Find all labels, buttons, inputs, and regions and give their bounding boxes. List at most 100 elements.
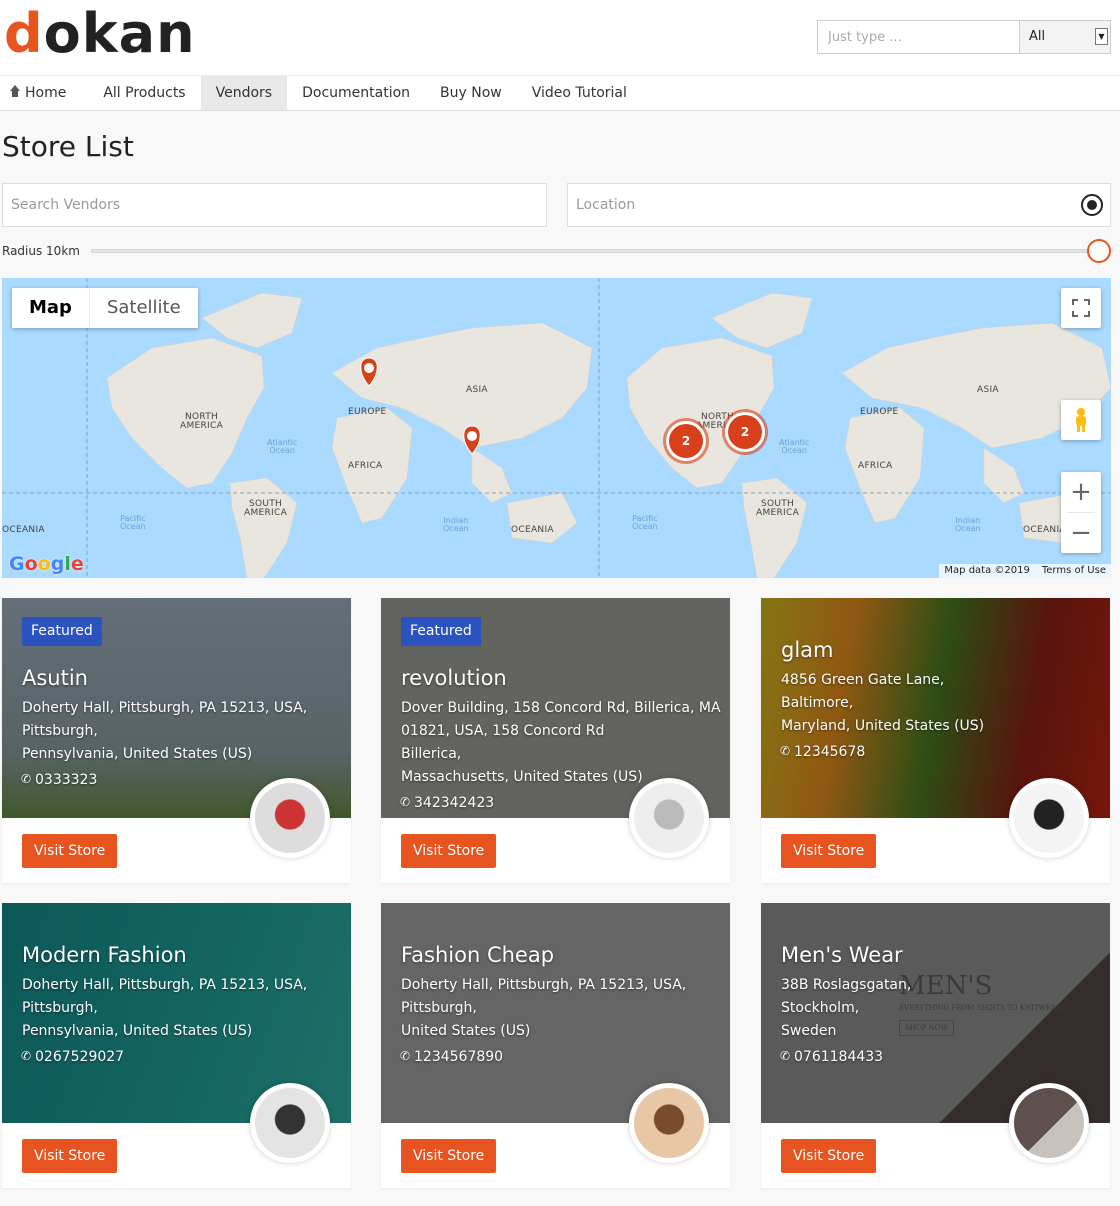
store-card: MEN'S EVERYTHING FROM SHIRTS TO KNITWEAR S… <box>761 903 1110 1188</box>
fullscreen-button[interactable] <box>1061 288 1101 328</box>
radius-slider-track[interactable] <box>91 249 1097 253</box>
location-input[interactable] <box>567 183 1111 227</box>
store-avatar[interactable] <box>1009 778 1089 858</box>
nav-vendors[interactable]: Vendors <box>200 76 288 110</box>
store-address-line: 38B Roslagsgatan, <box>781 977 912 993</box>
visit-store-button[interactable]: Visit Store <box>781 834 877 868</box>
header-search: All ▼ <box>817 20 1111 54</box>
map-type-satellite-button[interactable]: Satellite <box>90 288 198 328</box>
continent-label: OCEANIA <box>2 525 45 535</box>
store-name[interactable]: Modern Fashion <box>22 940 307 970</box>
visit-store-button[interactable]: Visit Store <box>401 1139 497 1173</box>
store-avatar[interactable] <box>250 778 330 858</box>
main-nav: Home All Products Vendors Documentation … <box>0 75 1120 111</box>
visit-store-button[interactable]: Visit Store <box>401 834 497 868</box>
store-address-line: Pittsburgh, <box>22 723 98 739</box>
phone-icon <box>780 1045 790 1068</box>
continent-label: ASIA <box>977 385 999 395</box>
zoom-out-button[interactable]: − <box>1061 513 1101 553</box>
visit-store-button[interactable]: Visit Store <box>22 834 118 868</box>
store-address-line: Doherty Hall, Pittsburgh, PA 15213, USA, <box>22 977 308 993</box>
store-avatar[interactable] <box>629 1083 709 1163</box>
store-card: Featured revolution Dover Building, 158 Co… <box>381 598 730 883</box>
store-avatar[interactable] <box>629 778 709 858</box>
store-name[interactable]: Asutin <box>22 663 307 693</box>
phone-icon <box>21 768 31 791</box>
store-card: Modern Fashion Doherty Hall, Pittsburgh, … <box>2 903 351 1188</box>
store-name[interactable]: Men's Wear <box>781 940 911 970</box>
ocean-label: Pacific Ocean <box>120 514 146 531</box>
store-phone: 0761184433 <box>780 1045 911 1069</box>
nav-video-tutorial[interactable]: Video Tutorial <box>517 76 642 110</box>
terms-of-use-link[interactable]: Terms of Use <box>1042 565 1106 576</box>
store-name[interactable]: glam <box>781 635 984 665</box>
top-header: dokan All ▼ <box>0 0 1120 76</box>
nav-documentation[interactable]: Documentation <box>287 76 425 110</box>
continent-label: EUROPE <box>348 407 387 417</box>
store-avatar[interactable] <box>1009 1083 1089 1163</box>
store-name[interactable]: revolution <box>401 663 721 693</box>
ocean-label: Indian Ocean <box>443 516 469 533</box>
store-phone: 1234567890 <box>400 1045 686 1069</box>
store-info: Men's Wear 38B Roslagsgatan, Stockholm, Swe… <box>780 940 912 1069</box>
radius-label: Radius 10km <box>2 244 80 258</box>
banner-artwork-text: MEN'S EVERYTHING FROM SHIRTS TO KNITWEAR S… <box>899 971 1061 1036</box>
store-map[interactable]: NORTH AMERICA SOUTH AMERICA EUROPE AFRICA … <box>2 278 1111 578</box>
store-avatar[interactable] <box>250 1083 330 1163</box>
continent-label: EUROPE <box>860 407 899 417</box>
map-pin-icon <box>463 425 481 455</box>
store-phone: 12345678 <box>780 740 984 764</box>
store-address-line: United States (US) <box>401 1023 531 1039</box>
store-info: Fashion Cheap Doherty Hall, Pittsburgh, P… <box>400 940 686 1069</box>
marker-cluster[interactable]: 2 <box>725 412 765 452</box>
chevron-down-icon: ▼ <box>1095 28 1108 45</box>
store-address-line: Pittsburgh, <box>22 1000 98 1016</box>
continent-label: ASIA <box>466 385 488 395</box>
phone-icon <box>400 1045 410 1068</box>
store-address-line: 4856 Green Gate Lane, <box>781 672 945 688</box>
map-type-control: Map Satellite <box>12 288 198 328</box>
phone-icon <box>780 740 790 763</box>
page-title: Store List <box>2 130 134 163</box>
continent-label: OCEANIA <box>1023 525 1066 535</box>
zoom-control: + − <box>1061 472 1101 553</box>
visit-store-button[interactable]: Visit Store <box>22 1139 118 1173</box>
zoom-in-button[interactable]: + <box>1061 472 1101 512</box>
store-address-line: Pennsylvania, United States (US) <box>22 1023 253 1039</box>
radius-slider-handle[interactable] <box>1087 239 1111 263</box>
store-info: Asutin Doherty Hall, Pittsburgh, PA 15213… <box>21 663 308 792</box>
store-address-line: Billerica, <box>401 746 462 762</box>
visit-store-button[interactable]: Visit Store <box>781 1139 877 1173</box>
continent-label: NORTH AMERICA <box>180 412 224 431</box>
ocean-label: Pacific Ocean <box>632 514 658 531</box>
street-view-button[interactable] <box>1061 400 1101 440</box>
store-address-line: 01821, USA, 158 Concord Rd <box>401 723 605 739</box>
store-info: glam 4856 Green Gate Lane, Baltimore, Maryl… <box>780 635 985 764</box>
search-vendors-input[interactable] <box>2 183 547 227</box>
search-scope-select[interactable]: All ▼ <box>1020 21 1110 53</box>
store-name[interactable]: Fashion Cheap <box>401 940 686 970</box>
store-card: glam 4856 Green Gate Lane, Baltimore, Maryl… <box>761 598 1110 883</box>
store-address-line: Pittsburgh, <box>401 1000 477 1016</box>
locate-me-icon[interactable] <box>1081 194 1103 216</box>
nav-home[interactable]: Home <box>0 76 88 110</box>
marker-cluster[interactable]: 2 <box>666 421 706 461</box>
dokan-logo[interactable]: dokan <box>4 2 196 66</box>
google-logo[interactable]: Google <box>9 553 84 575</box>
nav-all-products[interactable]: All Products <box>88 76 200 110</box>
map-attribution: Map data ©2019 Terms of Use <box>939 564 1111 578</box>
continent-label: OCEANIA <box>511 525 554 535</box>
featured-badge: Featured <box>401 617 481 646</box>
store-address-line: Pennsylvania, United States (US) <box>22 746 253 762</box>
continent-label: AFRICA <box>858 461 893 471</box>
store-address-line: Maryland, United States (US) <box>781 718 985 734</box>
map-type-map-button[interactable]: Map <box>12 288 90 328</box>
featured-badge: Featured <box>22 617 102 646</box>
store-card: Fashion Cheap Doherty Hall, Pittsburgh, P… <box>381 903 730 1188</box>
nav-buy-now[interactable]: Buy Now <box>425 76 517 110</box>
store-address-line: Doherty Hall, Pittsburgh, PA 15213, USA, <box>22 700 308 716</box>
phone-icon <box>400 791 410 814</box>
header-search-input[interactable] <box>818 21 1020 53</box>
store-info: Modern Fashion Doherty Hall, Pittsburgh, … <box>21 940 308 1069</box>
store-card: Featured Asutin Doherty Hall, Pittsburgh, … <box>2 598 351 883</box>
